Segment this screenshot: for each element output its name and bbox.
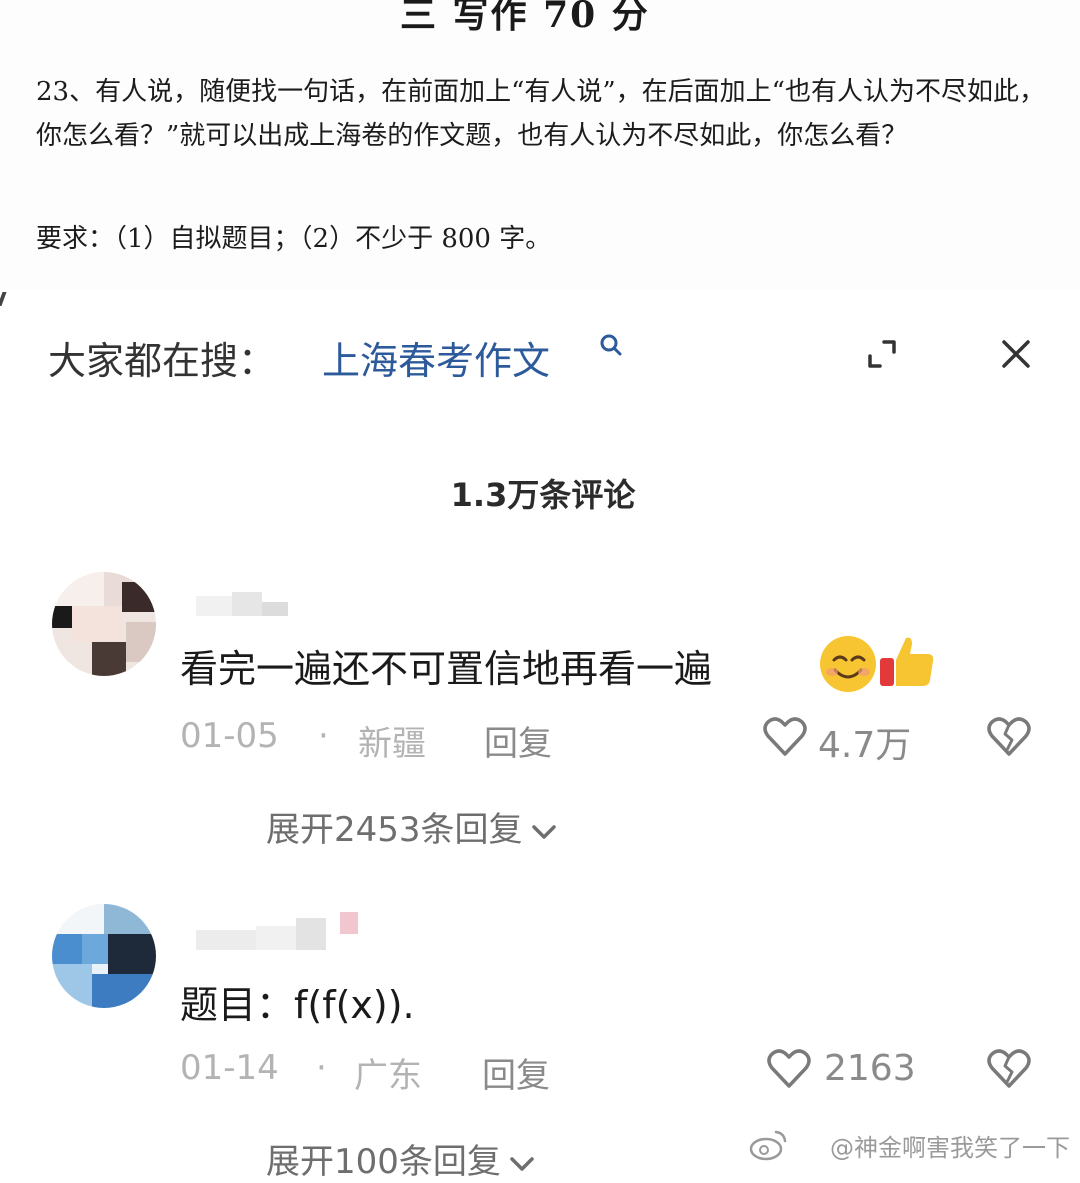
reply-button[interactable]: 回复	[484, 716, 552, 765]
comment-body: 看完一遍还不可置信地再看一遍	[180, 647, 713, 691]
broken-heart-icon[interactable]	[986, 714, 1032, 758]
smiling-face-emoji	[820, 636, 876, 692]
close-icon[interactable]	[996, 334, 1036, 374]
expand-replies-button[interactable]: 展开100条回复	[266, 1134, 537, 1183]
username-blurred[interactable]	[196, 912, 362, 952]
heart-icon[interactable]	[762, 714, 808, 758]
search-prefix-label: 大家都在搜：	[48, 339, 277, 383]
chevron-down-icon	[531, 824, 556, 839]
search-suggestion-bar[interactable]: 大家都在搜： 上海春考作文	[0, 320, 1080, 400]
comment-location: 广东	[354, 1056, 422, 1096]
comment-location: 新疆	[358, 724, 426, 764]
like-count: 2163	[824, 1048, 916, 1089]
comment-text: 题目：f(f(x)).	[180, 974, 415, 1029]
heart-icon[interactable]	[766, 1046, 812, 1090]
reply-button[interactable]: 回复	[482, 1048, 550, 1097]
exam-paper-section: 三 写作 70 分 23、有人说，随便找一句话，在前面加上“有人说”，在后面加上…	[0, 0, 1080, 290]
meta-separator: ·	[318, 716, 329, 756]
meta-separator: ·	[316, 1048, 327, 1088]
comment-date: 01-05	[180, 716, 279, 756]
expand-replies-label: 展开2453条回复	[266, 810, 523, 850]
weibo-logo-icon	[749, 1130, 787, 1161]
edge-mark	[0, 292, 7, 306]
search-icon[interactable]	[598, 332, 624, 358]
avatar[interactable]	[52, 904, 156, 1008]
search-term-link[interactable]: 上海春考作文	[322, 330, 550, 385]
avatar[interactable]	[52, 572, 156, 676]
comment-count-title: 1.3万条评论	[450, 476, 636, 514]
expand-icon[interactable]	[862, 334, 902, 374]
comment-date: 01-14	[180, 1048, 279, 1088]
exam-requirements: 要求：（1）自拟题目；（2）不少于 800 字。	[36, 224, 552, 254]
username-blurred[interactable]	[196, 592, 288, 618]
thumbs-up-emoji	[880, 637, 934, 686]
expand-replies-label: 展开100条回复	[266, 1142, 501, 1182]
broken-heart-icon[interactable]	[986, 1046, 1032, 1090]
exam-section-heading: 三 写作 70 分	[400, 0, 650, 36]
chevron-down-icon	[510, 1156, 534, 1171]
comment-text: 看完一遍还不可置信地再看一遍	[180, 638, 712, 693]
watermark-text: @神金啊害我笑了一下	[830, 1134, 1070, 1162]
like-count: 4.7万	[818, 725, 912, 766]
comment-body: 题目：f(f(x)).	[180, 983, 415, 1027]
exam-question-text: 23、有人说，随便找一句话，在前面加上“有人说”，在后面加上“也有人认为不尽如此…	[36, 77, 1045, 151]
expand-replies-button[interactable]: 展开2453条回复	[266, 802, 559, 851]
